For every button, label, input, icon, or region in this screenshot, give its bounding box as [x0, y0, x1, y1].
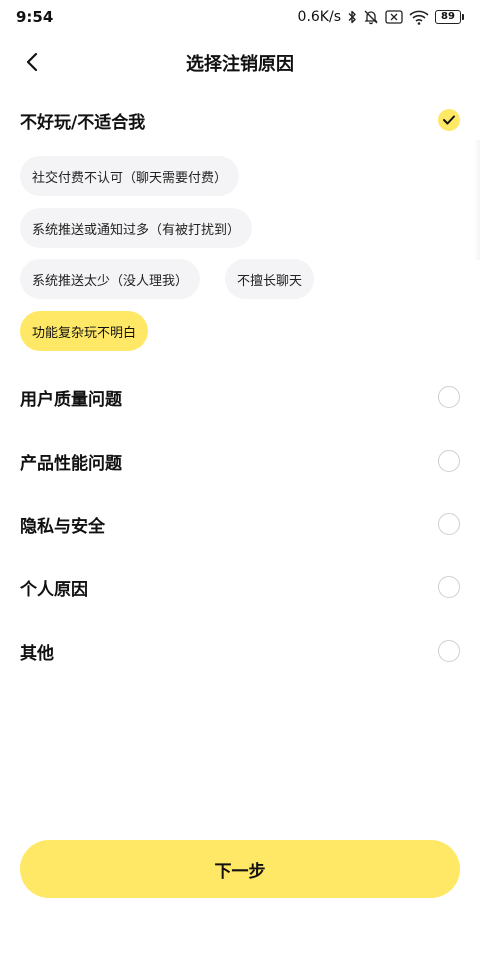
network-speed: 0.6K/s: [297, 9, 341, 25]
reason-label: 个人原因: [20, 579, 88, 600]
reason-label: 不好玩/不适合我: [20, 112, 146, 133]
sub-reason-chip-selected[interactable]: 功能复杂玩不明白: [20, 311, 149, 351]
scroll-shadow: [474, 140, 480, 260]
sub-reason-chip[interactable]: 社交付费不认可（聊天需要付费）: [20, 156, 240, 196]
sim-x-icon: [385, 10, 403, 24]
reason-option[interactable]: 其他: [0, 627, 480, 675]
radio-unchecked[interactable]: [438, 450, 460, 472]
radio-checked[interactable]: [438, 109, 460, 131]
check-icon: [443, 115, 455, 125]
status-icons: 0.6K/s 89: [298, 9, 464, 25]
next-step-button[interactable]: 下一步: [20, 840, 460, 898]
status-time: 9:54: [16, 8, 54, 26]
reason-option[interactable]: 个人原因: [0, 563, 480, 611]
battery-icon: 89: [435, 10, 464, 24]
sub-reason-chip[interactable]: 系统推送或通知过多（有被打扰到）: [20, 208, 253, 248]
reason-label: 其他: [20, 643, 54, 664]
reason-option[interactable]: 不好玩/不适合我: [0, 96, 480, 144]
sub-reason-chip[interactable]: 系统推送太少（没人理我）: [20, 259, 201, 299]
page-title: 选择注销原因: [186, 54, 294, 75]
wifi-icon: [409, 10, 429, 25]
reason-label: 用户质量问题: [20, 389, 122, 410]
battery-level: 89: [435, 10, 461, 24]
status-bar: 9:54 0.6K/s 89: [0, 0, 480, 34]
radio-unchecked[interactable]: [438, 513, 460, 535]
reason-label: 产品性能问题: [20, 453, 122, 474]
radio-unchecked[interactable]: [438, 386, 460, 408]
reason-option[interactable]: 产品性能问题: [0, 437, 480, 485]
mute-bell-icon: [363, 9, 379, 25]
bluetooth-icon: [347, 10, 357, 24]
header: 选择注销原因: [0, 40, 480, 84]
reason-label: 隐私与安全: [20, 516, 105, 537]
reason-option[interactable]: 隐私与安全: [0, 500, 480, 548]
radio-unchecked[interactable]: [438, 640, 460, 662]
sub-reason-chip[interactable]: 不擅长聊天: [225, 259, 315, 299]
reason-option[interactable]: 用户质量问题: [0, 373, 480, 421]
radio-unchecked[interactable]: [438, 576, 460, 598]
